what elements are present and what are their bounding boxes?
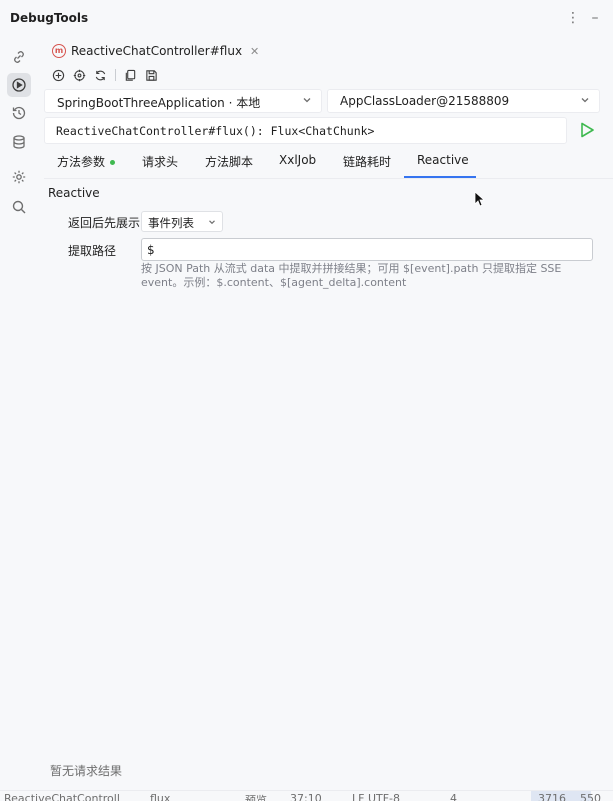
refresh-icon[interactable] — [92, 67, 108, 83]
tab-method-params-label: 方法参数 — [57, 155, 106, 169]
close-icon[interactable]: ✕ — [250, 45, 259, 58]
extract-path-input[interactable] — [141, 238, 593, 261]
save-icon[interactable] — [143, 67, 159, 83]
method-signature-field[interactable]: ReactiveChatController#flux(): Flux<Chat… — [44, 117, 567, 144]
tab-request-headers-label: 请求头 — [142, 155, 179, 169]
target-icon[interactable] — [71, 67, 87, 83]
tab-request-headers[interactable]: 请求头 — [142, 153, 178, 170]
display-label: 返回后先展示 — [68, 216, 141, 230]
active-tab-indicator — [404, 176, 476, 178]
tab-xxljob-label: XxlJob — [279, 153, 317, 167]
classloader-select[interactable]: AppClassLoader@21588809 — [327, 89, 600, 113]
toolbar-divider — [115, 69, 116, 81]
link-icon[interactable] — [7, 45, 31, 69]
settings-icon[interactable] — [7, 165, 31, 189]
search-icon[interactable] — [7, 195, 31, 219]
tab-trace-time-label: 链路耗时 — [343, 155, 392, 169]
editor-tab[interactable]: m ReactiveChatController#flux ✕ — [50, 40, 259, 62]
toolbar — [50, 67, 164, 83]
display-mode-select[interactable]: 事件列表 — [141, 211, 223, 232]
tab-method-params[interactable]: 方法参数 — [57, 153, 116, 170]
application-select-value: SpringBootThreeApplication · 本地 — [57, 96, 261, 110]
more-options-icon[interactable]: ⋮ — [565, 10, 581, 26]
sidebar — [0, 36, 38, 776]
minimize-icon[interactable]: – — [587, 10, 603, 26]
tab-trace-time[interactable]: 链路耗时 — [343, 153, 391, 170]
section-title: Reactive — [48, 186, 100, 200]
chevron-down-icon — [303, 98, 311, 103]
tab-reactive-label: Reactive — [417, 153, 469, 167]
display-mode-value: 事件列表 — [148, 216, 194, 230]
title-bar: DebugTools ⋮ – — [0, 0, 613, 36]
tab-method-script-label: 方法脚本 — [205, 155, 254, 169]
empty-result-text: 暂无请求结果 — [50, 764, 123, 778]
history-icon[interactable] — [7, 101, 31, 125]
status-dot — [110, 160, 116, 165]
database-icon[interactable] — [7, 130, 31, 154]
tab-method-script[interactable]: 方法脚本 — [205, 153, 253, 170]
tab-xxljob[interactable]: XxlJob — [279, 153, 316, 167]
param-tabs: 方法参数 请求头 方法脚本 XxlJob 链路耗时 Reactive — [44, 148, 613, 179]
editor-tab-label: ReactiveChatController#flux — [71, 44, 243, 58]
mouse-cursor-icon — [474, 191, 485, 207]
application-select[interactable]: SpringBootThreeApplication · 本地 — [44, 89, 322, 113]
status-bar: ReactiveChatControll flux 预览 37:10 LF UT… — [0, 790, 613, 801]
method-signature: ReactiveChatController#flux(): Flux<Chat… — [56, 124, 375, 138]
path-hint: 按 JSON Path 从流式 data 中提取并拼接结果；可用 $[event… — [141, 262, 562, 289]
run-button[interactable] — [578, 121, 596, 139]
copy-icon[interactable] — [122, 67, 138, 83]
path-label: 提取路径 — [68, 244, 117, 258]
classloader-select-value: AppClassLoader@21588809 — [340, 94, 510, 108]
tab-reactive[interactable]: Reactive — [417, 153, 469, 167]
method-m-icon: m — [52, 44, 66, 58]
chevron-down-icon — [209, 220, 215, 225]
run-icon[interactable] — [7, 73, 31, 97]
add-icon[interactable] — [50, 67, 66, 83]
app-title: DebugTools — [10, 11, 89, 25]
chevron-down-icon — [581, 98, 589, 103]
